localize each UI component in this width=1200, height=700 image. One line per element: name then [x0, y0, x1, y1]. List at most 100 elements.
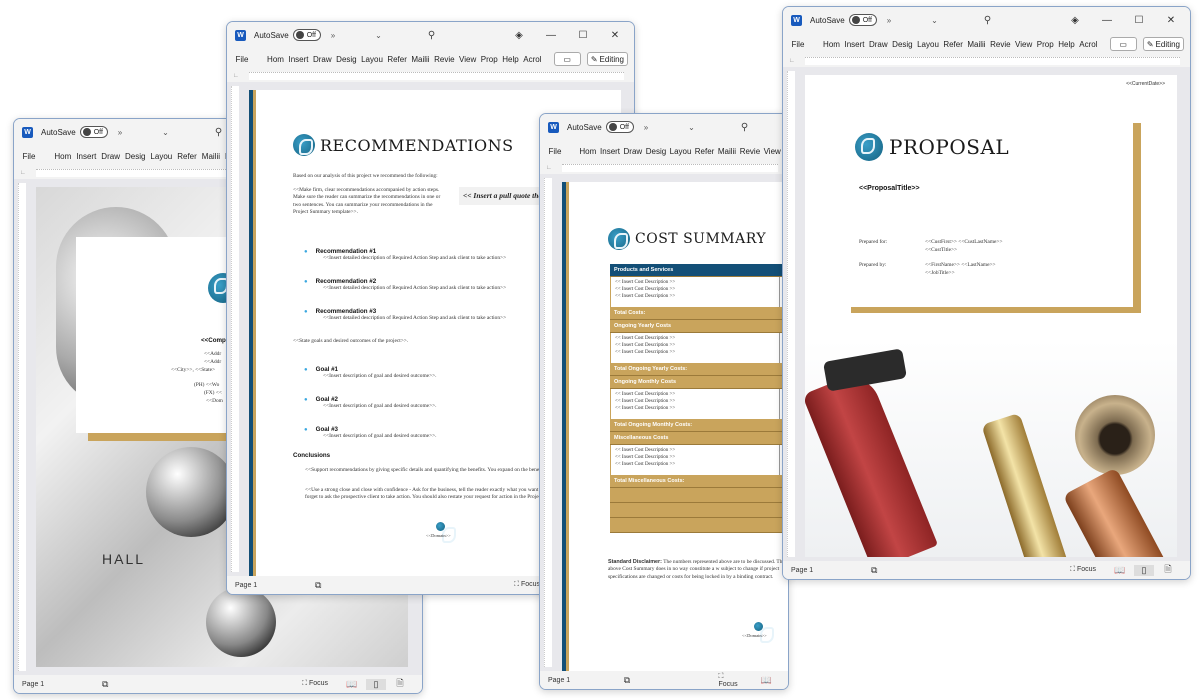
editing-mode-button[interactable]: ✎ Editing — [1142, 37, 1184, 51]
comments-button[interactable]: ▭ — [1109, 37, 1137, 51]
designer-icon[interactable]: ◈ — [508, 30, 530, 41]
ruler-track[interactable] — [562, 164, 778, 172]
more-commands-icon[interactable]: » — [887, 16, 891, 25]
proofing-icon[interactable]: ⧉ — [102, 679, 202, 690]
tab-review[interactable]: Revie — [432, 55, 457, 64]
tab-draw[interactable]: Draw — [621, 147, 643, 156]
tab-file[interactable]: File — [20, 152, 38, 161]
read-mode-icon[interactable]: 📖 — [1110, 565, 1130, 576]
tab-selector[interactable]: ∟ — [233, 73, 249, 79]
maximize-button[interactable]: ☐ — [572, 30, 594, 41]
close-button[interactable]: ✕ — [1160, 15, 1182, 26]
tab-references[interactable]: Refer — [941, 40, 965, 49]
customize-dropdown-icon[interactable]: ⌄ — [375, 31, 382, 40]
search-icon[interactable]: ⚲ — [215, 127, 222, 138]
page-number[interactable]: Page 1 — [235, 582, 315, 589]
tab-view[interactable]: View — [457, 55, 479, 64]
search-icon[interactable]: ⚲ — [741, 122, 748, 133]
autosave-toggle[interactable]: Off — [292, 29, 321, 41]
tab-mailings[interactable]: Mailii — [965, 40, 988, 49]
autosave-toggle[interactable]: Off — [79, 126, 108, 138]
horizontal-ruler[interactable]: ∟ — [227, 70, 634, 82]
tab-design[interactable]: Desig — [890, 40, 915, 49]
web-layout-icon[interactable]: 🗎 — [390, 676, 410, 692]
focus-button[interactable]: ⛶ Focus — [302, 680, 328, 688]
tab-acrobat[interactable]: Acrol — [1077, 40, 1100, 49]
read-mode-icon[interactable]: 📖 — [757, 675, 776, 686]
horizontal-ruler[interactable]: ∟ — [783, 55, 1190, 67]
autosave-toggle[interactable]: Off — [848, 14, 877, 26]
proofing-icon[interactable]: ⧉ — [624, 675, 719, 686]
tab-mailings[interactable]: Mailii — [409, 55, 432, 64]
tab-layout[interactable]: Layou — [667, 147, 692, 156]
tab-home[interactable]: Hom — [52, 152, 74, 161]
tab-file[interactable]: File — [789, 40, 807, 49]
tab-view[interactable]: View — [1013, 40, 1035, 49]
customize-dropdown-icon[interactable]: ⌄ — [931, 16, 938, 25]
tab-selector[interactable]: ∟ — [546, 165, 562, 171]
horizontal-ruler[interactable]: ∟ — [540, 162, 788, 174]
vertical-ruler[interactable] — [18, 183, 26, 671]
tab-review[interactable]: Revie — [737, 147, 761, 156]
proofing-icon[interactable]: ⧉ — [871, 565, 971, 576]
customize-dropdown-icon[interactable]: ⌄ — [162, 128, 169, 137]
tab-selector[interactable]: ∟ — [20, 170, 36, 176]
search-icon[interactable]: ⚲ — [984, 15, 991, 26]
web-layout-icon[interactable]: 🗎 — [1158, 562, 1178, 578]
tab-insert[interactable]: Insert — [842, 40, 866, 49]
ruler-track[interactable] — [249, 72, 624, 80]
tab-mailings[interactable]: Mailii — [199, 152, 222, 161]
more-commands-icon[interactable]: » — [644, 123, 648, 132]
tab-insert[interactable]: Insert — [286, 55, 310, 64]
comments-button[interactable]: ▭ — [553, 52, 581, 66]
page-number[interactable]: Page 1 — [548, 677, 624, 684]
designer-icon[interactable]: ◈ — [1064, 15, 1086, 26]
tab-references[interactable]: Refer — [385, 55, 409, 64]
customize-dropdown-icon[interactable]: ⌄ — [688, 123, 695, 132]
tab-references[interactable]: Refer — [175, 152, 200, 161]
search-icon[interactable]: ⚲ — [428, 30, 435, 41]
vertical-ruler[interactable] — [231, 86, 239, 572]
tab-selector[interactable]: ∟ — [789, 58, 805, 64]
tab-design[interactable]: Desig — [122, 152, 147, 161]
minimize-button[interactable]: — — [1096, 15, 1118, 26]
focus-button[interactable]: ⛶ Focus — [719, 673, 744, 688]
tab-layout[interactable]: Layou — [915, 40, 941, 49]
print-layout-icon[interactable]: ▯ — [1134, 564, 1154, 576]
tab-references[interactable]: Refer — [692, 147, 715, 156]
minimize-button[interactable]: — — [540, 30, 562, 41]
print-layout-icon[interactable]: ▯ — [366, 678, 386, 690]
editing-mode-button[interactable]: ✎ Editing — [586, 52, 628, 66]
tab-insert[interactable]: Insert — [74, 152, 99, 161]
vertical-ruler[interactable] — [787, 71, 795, 557]
tab-acrobat[interactable]: Acrol — [521, 55, 544, 64]
page-number[interactable]: Page 1 — [22, 681, 102, 688]
tab-draw[interactable]: Draw — [310, 55, 333, 64]
tab-draw[interactable]: Draw — [866, 40, 889, 49]
autosave-toggle[interactable]: Off — [605, 121, 634, 133]
tab-design[interactable]: Desig — [643, 147, 667, 156]
tab-file[interactable]: File — [233, 55, 251, 64]
tab-properties[interactable]: Prop — [1034, 40, 1055, 49]
read-mode-icon[interactable]: 📖 — [342, 679, 362, 690]
tab-layout[interactable]: Layou — [148, 152, 175, 161]
tab-help[interactable]: Help — [1056, 40, 1077, 49]
ruler-track[interactable] — [805, 57, 1180, 65]
tab-home[interactable]: Hom — [577, 147, 598, 156]
tab-layout[interactable]: Layou — [359, 55, 385, 64]
tab-draw[interactable]: Draw — [99, 152, 123, 161]
focus-button[interactable]: ⛶ Focus — [1070, 566, 1096, 574]
maximize-button[interactable]: ☐ — [1128, 15, 1150, 26]
tab-home[interactable]: Hom — [265, 55, 286, 64]
tab-help[interactable]: Help — [500, 55, 521, 64]
tab-home[interactable]: Hom — [821, 40, 842, 49]
more-commands-icon[interactable]: » — [331, 31, 335, 40]
tab-mailings[interactable]: Mailii — [715, 147, 737, 156]
tab-file[interactable]: File — [546, 147, 563, 156]
tab-review[interactable]: Revie — [988, 40, 1013, 49]
tab-design[interactable]: Desig — [334, 55, 359, 64]
tab-view[interactable]: View — [761, 147, 782, 156]
vertical-ruler[interactable] — [544, 178, 552, 667]
tab-insert[interactable]: Insert — [598, 147, 621, 156]
focus-button[interactable]: ⛶ Focus — [514, 581, 540, 589]
